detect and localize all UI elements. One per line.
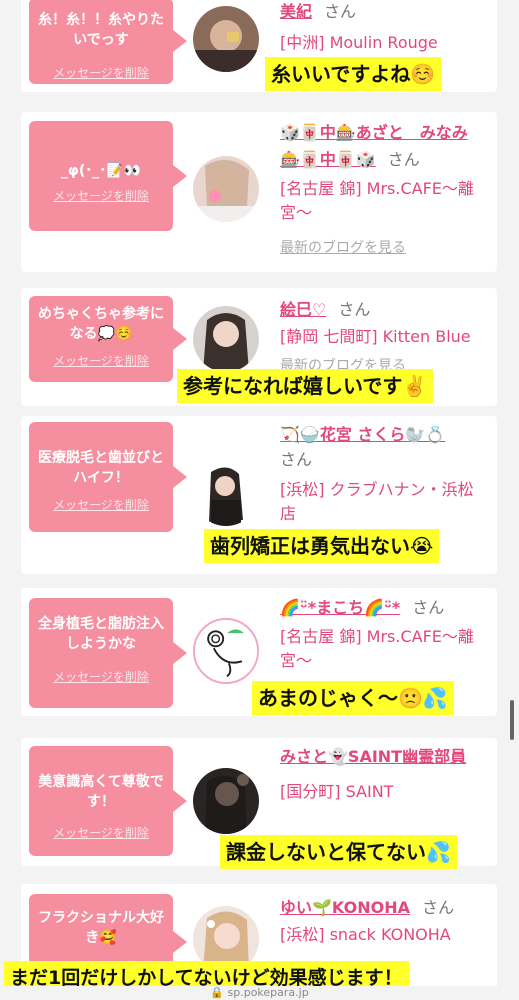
message-bubble: 医療脱毛と歯並びとハイフ！ メッセージを削除 <box>29 422 187 532</box>
profile-info: 🎲🀄中🎰あざと みなみ 🎰🀄中🀄🎲 さん [名古屋 錦] Mrs.CAFE〜離宮〜… <box>280 120 489 259</box>
profile-info: ゆい🌱KONOHA さん [浜松] snack KONOHA <box>280 894 489 947</box>
avatar[interactable] <box>193 6 259 72</box>
profile-info: 🌈ᵕ̈*まこち🌈ᵕ̈* さん [名古屋 錦] Mrs.CAFE〜離宮〜 <box>280 594 489 673</box>
message-text: _φ(･_･📝👀 <box>60 163 142 179</box>
message-bubble: _φ(･_･📝👀 メッセージを削除 <box>29 121 187 231</box>
delete-message-link[interactable]: メッセージを削除 <box>29 352 173 369</box>
url-bar[interactable]: 🔒 sp.pokepara.jp <box>0 986 519 1000</box>
profile-info: 絵巳♡ さん [静岡 七間町] Kitten Blue 最新のブログを見る <box>280 296 489 377</box>
honorific: さん <box>412 598 445 617</box>
profile-info: みさと👻SAINT幽霊部員 [国分町] SAINT <box>280 744 489 804</box>
shop-name[interactable]: [国分町] SAINT <box>280 780 489 804</box>
profile-name-link[interactable]: 🏹🍚花宮 さくら🦭💍 <box>280 422 489 448</box>
caption-overlay: 糸いいですよね☺️ <box>265 57 442 91</box>
avatar[interactable] <box>193 618 259 684</box>
message-text: 全身植毛と脂肪注入しようかな <box>38 616 164 652</box>
shop-name[interactable]: [中洲] Moulin Rouge <box>280 31 489 55</box>
shop-name[interactable]: [名古屋 錦] Mrs.CAFE〜離宮〜 <box>280 177 489 225</box>
profile-name-link[interactable]: みさと👻SAINT幽霊部員 <box>280 744 480 770</box>
caption-overlay: 課金しないと保てない💦 <box>220 835 457 869</box>
honorific: さん <box>280 450 313 469</box>
message-text: 美意識高くて尊敬です！ <box>38 774 164 810</box>
profile-info: 🏹🍚花宮 さくら🦭💍 さん [浜松] クラブハナン・浜松店 <box>280 422 489 526</box>
shop-name[interactable]: [浜松] クラブハナン・浜松店 <box>280 478 489 526</box>
caption-overlay: 参考になれば嬉しいです✌️ <box>177 369 434 403</box>
caption-overlay: 歯列矯正は勇気出ない😭 <box>204 529 440 563</box>
profile-name-link[interactable]: ゆい🌱KONOHA <box>280 898 410 917</box>
avatar[interactable] <box>193 768 259 834</box>
latest-blog-link[interactable]: 最新のブログを見る <box>280 237 489 259</box>
delete-message-link[interactable]: メッセージを削除 <box>29 187 173 204</box>
delete-message-link[interactable]: メッセージを削除 <box>29 496 173 513</box>
shop-name[interactable]: [名古屋 錦] Mrs.CAFE〜離宮〜 <box>280 625 489 673</box>
shop-name[interactable]: [静岡 七間町] Kitten Blue <box>280 325 489 349</box>
honorific: さん <box>387 150 420 169</box>
avatar[interactable] <box>193 460 259 526</box>
profile-name-link[interactable]: 美紀 <box>280 2 312 21</box>
profile-name-link[interactable]: 🎲🀄中🎰あざと みなみ <box>280 120 489 146</box>
message-text: めちゃくちゃ参考になる💭☺️ <box>38 306 164 342</box>
profile-name-link-cont[interactable]: 🎰🀄中🀄🎲 <box>280 150 376 169</box>
shop-name[interactable]: [浜松] snack KONOHA <box>280 923 489 947</box>
message-bubble: 美意識高くて尊敬です！ メッセージを削除 <box>29 746 187 856</box>
delete-message-link[interactable]: メッセージを削除 <box>29 64 173 81</box>
message-text: 糸！糸！！糸やりたいでっす <box>38 12 164 48</box>
profile-name-link[interactable]: 絵巳♡ <box>280 300 326 319</box>
message-card: _φ(･_･📝👀 メッセージを削除 🎲🀄中🎰あざと みなみ 🎰🀄中🀄🎲 さん [名… <box>21 112 497 272</box>
avatar[interactable] <box>193 156 259 222</box>
message-bubble: めちゃくちゃ参考になる💭☺️ メッセージを削除 <box>29 296 187 382</box>
profile-name-link[interactable]: 🌈ᵕ̈*まこち🌈ᵕ̈* <box>280 598 400 617</box>
avatar[interactable] <box>193 306 259 372</box>
url-text: sp.pokepara.jp <box>227 986 309 999</box>
honorific: さん <box>421 898 454 917</box>
profile-info: 美紀 さん [中洲] Moulin Rouge <box>280 0 489 55</box>
honorific: さん <box>338 300 371 319</box>
delete-message-link[interactable]: メッセージを削除 <box>29 824 173 841</box>
lock-icon: 🔒 <box>210 986 228 999</box>
message-bubble: 糸！糸！！糸やりたいでっす メッセージを削除 <box>29 0 187 84</box>
message-text: 医療脱毛と歯並びとハイフ！ <box>38 450 164 486</box>
message-bubble: 全身植毛と脂肪注入しようかな メッセージを削除 <box>29 598 187 708</box>
caption-overlay: あまのじゃく〜🙁💦 <box>252 681 454 715</box>
message-text: フラクショナル大好き🥰 <box>38 910 164 946</box>
honorific: さん <box>324 2 357 21</box>
scrollbar[interactable] <box>510 700 514 740</box>
delete-message-link[interactable]: メッセージを削除 <box>29 668 173 685</box>
